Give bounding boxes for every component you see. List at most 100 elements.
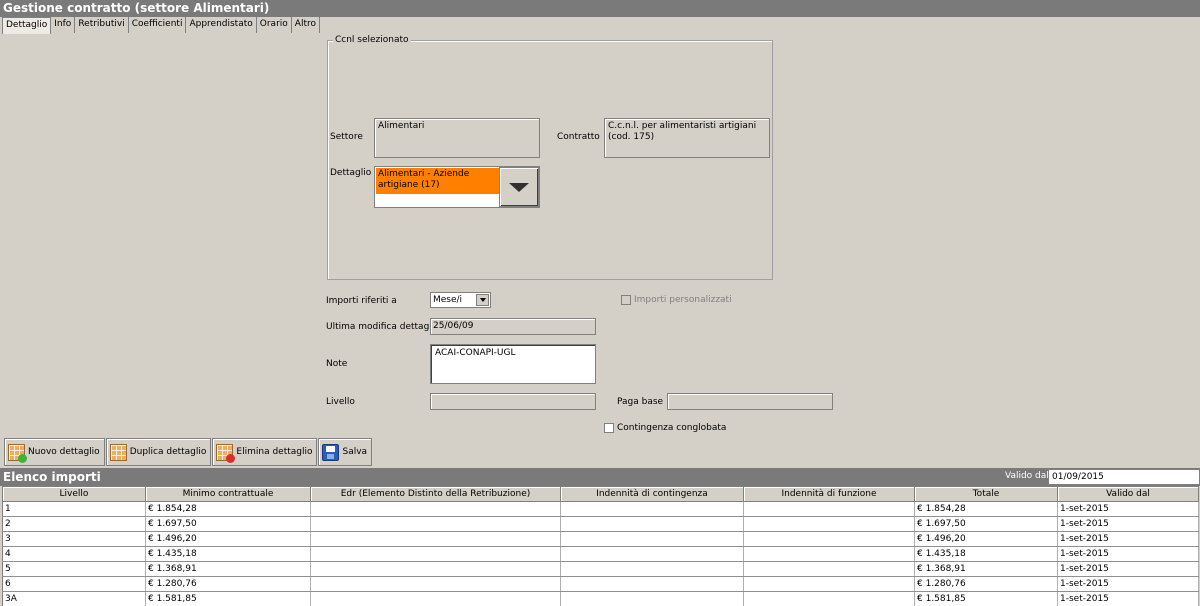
importi-label: Importi riferiti a [326,296,397,306]
livello-field [430,393,596,410]
nuovo-dettaglio-button[interactable]: Nuovo dettaglio [4,438,105,466]
cell-funzione [743,561,915,577]
cell-livello: 1 [2,501,146,517]
note-label: Note [326,359,348,369]
tab-dettaglio[interactable]: Dettaglio [2,17,52,34]
contratto-field: C.c.n.l. per alimentaristi artigiani (co… [604,118,770,158]
cell-contingenza [560,591,744,606]
dettaglio-dropdown-button[interactable] [499,167,539,207]
cell-minimo: € 1.581,85 [145,591,311,606]
delete-grid-icon [216,443,236,463]
cell-funzione [743,576,915,592]
settore-label: Settore [330,132,363,142]
cell-valido-dal: 1-set-2015 [1057,576,1199,592]
tab-orario[interactable]: Orario [256,17,292,33]
cell-funzione [743,591,915,606]
chevron-down-icon [479,298,486,302]
importi-select[interactable]: Mese/i [430,292,491,308]
cell-totale: € 1.368,91 [914,561,1058,577]
col-livello[interactable]: Livello [2,486,146,502]
cell-contingenza [560,501,744,517]
cell-edr [310,531,561,547]
cell-edr [310,561,561,577]
cell-minimo: € 1.368,91 [145,561,311,577]
contratto-label: Contratto [557,132,600,142]
note-textarea[interactable]: ACAI-CONAPI-UGL [430,344,596,384]
col-funzione[interactable]: Indennità di funzione [743,486,915,502]
importi-select-arrow[interactable] [476,294,489,306]
tab-retributivi[interactable]: Retributivi [75,17,129,33]
cell-valido-dal: 1-set-2015 [1057,501,1199,517]
tab-altro[interactable]: Altro [291,17,320,33]
cell-contingenza [560,576,744,592]
cell-funzione [743,531,915,547]
cell-totale: € 1.581,85 [914,591,1058,606]
col-contingenza[interactable]: Indennità di contingenza [560,486,744,502]
cell-valido-dal: 1-set-2015 [1057,531,1199,547]
cell-minimo: € 1.496,20 [145,531,311,547]
table-row[interactable]: 3 € 1.496,20 € 1.496,20 1-set-2015 [2,531,1199,547]
ccnl-legend: Ccnl selezionato [333,35,411,45]
dettaglio-selected-item[interactable]: Alimentari - Aziende artigiane (17) [376,168,500,194]
cell-totale: € 1.697,50 [914,516,1058,532]
salva-label: Salva [342,447,368,457]
cell-edr [310,516,561,532]
cell-livello: 5 [2,561,146,577]
ccnl-group [327,40,773,280]
col-totale[interactable]: Totale [914,486,1058,502]
col-minimo[interactable]: Minimo contrattuale [145,486,311,502]
col-valido-dal[interactable]: Valido dal [1057,486,1199,502]
window-title: Gestione contratto (settore Alimentari) [0,0,1200,17]
col-edr[interactable]: Edr (Elemento Distinto della Retribuzion… [310,486,561,502]
cell-minimo: € 1.435,18 [145,546,311,562]
cell-livello: 6 [2,576,146,592]
toolbar: Nuovo dettaglio Duplica dettaglio Elimin… [4,438,373,467]
tab-info[interactable]: Info [51,17,76,33]
paga-base-field [667,393,833,410]
cell-valido-dal: 1-set-2015 [1057,561,1199,577]
importi-personalizzati-checkbox[interactable] [621,295,631,305]
valido-dal-input[interactable]: 01/09/2015 [1048,469,1200,485]
importi-personalizzati-label: Importi personalizzati [634,295,732,305]
table-row[interactable]: 2 € 1.697,50 € 1.697,50 1-set-2015 [2,516,1199,532]
importi-select-value: Mese/i [433,295,463,305]
cell-minimo: € 1.280,76 [145,576,311,592]
table-row[interactable]: 1 € 1.854,28 € 1.854,28 1-set-2015 [2,501,1199,517]
table-row[interactable]: 3A € 1.581,85 € 1.581,85 1-set-2015 [2,591,1199,606]
dettaglio-combo[interactable]: Alimentari - Aziende artigiane (17) [374,166,540,208]
importi-table: Livello Minimo contrattuale Edr (Element… [2,486,1199,606]
duplicate-grid-icon [109,443,127,461]
new-grid-icon [8,443,27,463]
cell-valido-dal: 1-set-2015 [1057,546,1199,562]
cell-livello: 3 [2,531,146,547]
paga-base-label: Paga base [617,397,664,407]
cell-contingenza [560,561,744,577]
cell-totale: € 1.435,18 [914,546,1058,562]
elimina-dettaglio-button[interactable]: Elimina dettaglio [212,438,318,466]
nuovo-dettaglio-label: Nuovo dettaglio [28,447,100,457]
table-row[interactable]: 5 € 1.368,91 € 1.368,91 1-set-2015 [2,561,1199,577]
settore-field: Alimentari [374,118,540,158]
tab-apprendistato[interactable]: Apprendistato [186,17,257,33]
table-row[interactable]: 6 € 1.280,76 € 1.280,76 1-set-2015 [2,576,1199,592]
duplica-dettaglio-label: Duplica dettaglio [129,447,207,457]
cell-edr [310,576,561,592]
cell-totale: € 1.854,28 [914,501,1058,517]
cell-livello: 4 [2,546,146,562]
cell-valido-dal: 1-set-2015 [1057,591,1199,606]
ultima-modifica-field: 25/06/09 [430,318,596,335]
cell-valido-dal: 1-set-2015 [1057,516,1199,532]
duplica-dettaglio-button[interactable]: Duplica dettaglio [105,438,212,466]
contingenza-checkbox[interactable] [604,423,614,433]
cell-contingenza [560,531,744,547]
tab-coefficienti[interactable]: Coefficienti [128,17,187,33]
chevron-down-icon [509,182,529,192]
cell-contingenza [560,546,744,562]
salva-button[interactable]: Salva [318,438,373,466]
cell-livello: 3A [2,591,146,606]
table-row[interactable]: 4 € 1.435,18 € 1.435,18 1-set-2015 [2,546,1199,562]
livello-label: Livello [326,397,355,407]
cell-funzione [743,501,915,517]
cell-edr [310,546,561,562]
cell-contingenza [560,516,744,532]
